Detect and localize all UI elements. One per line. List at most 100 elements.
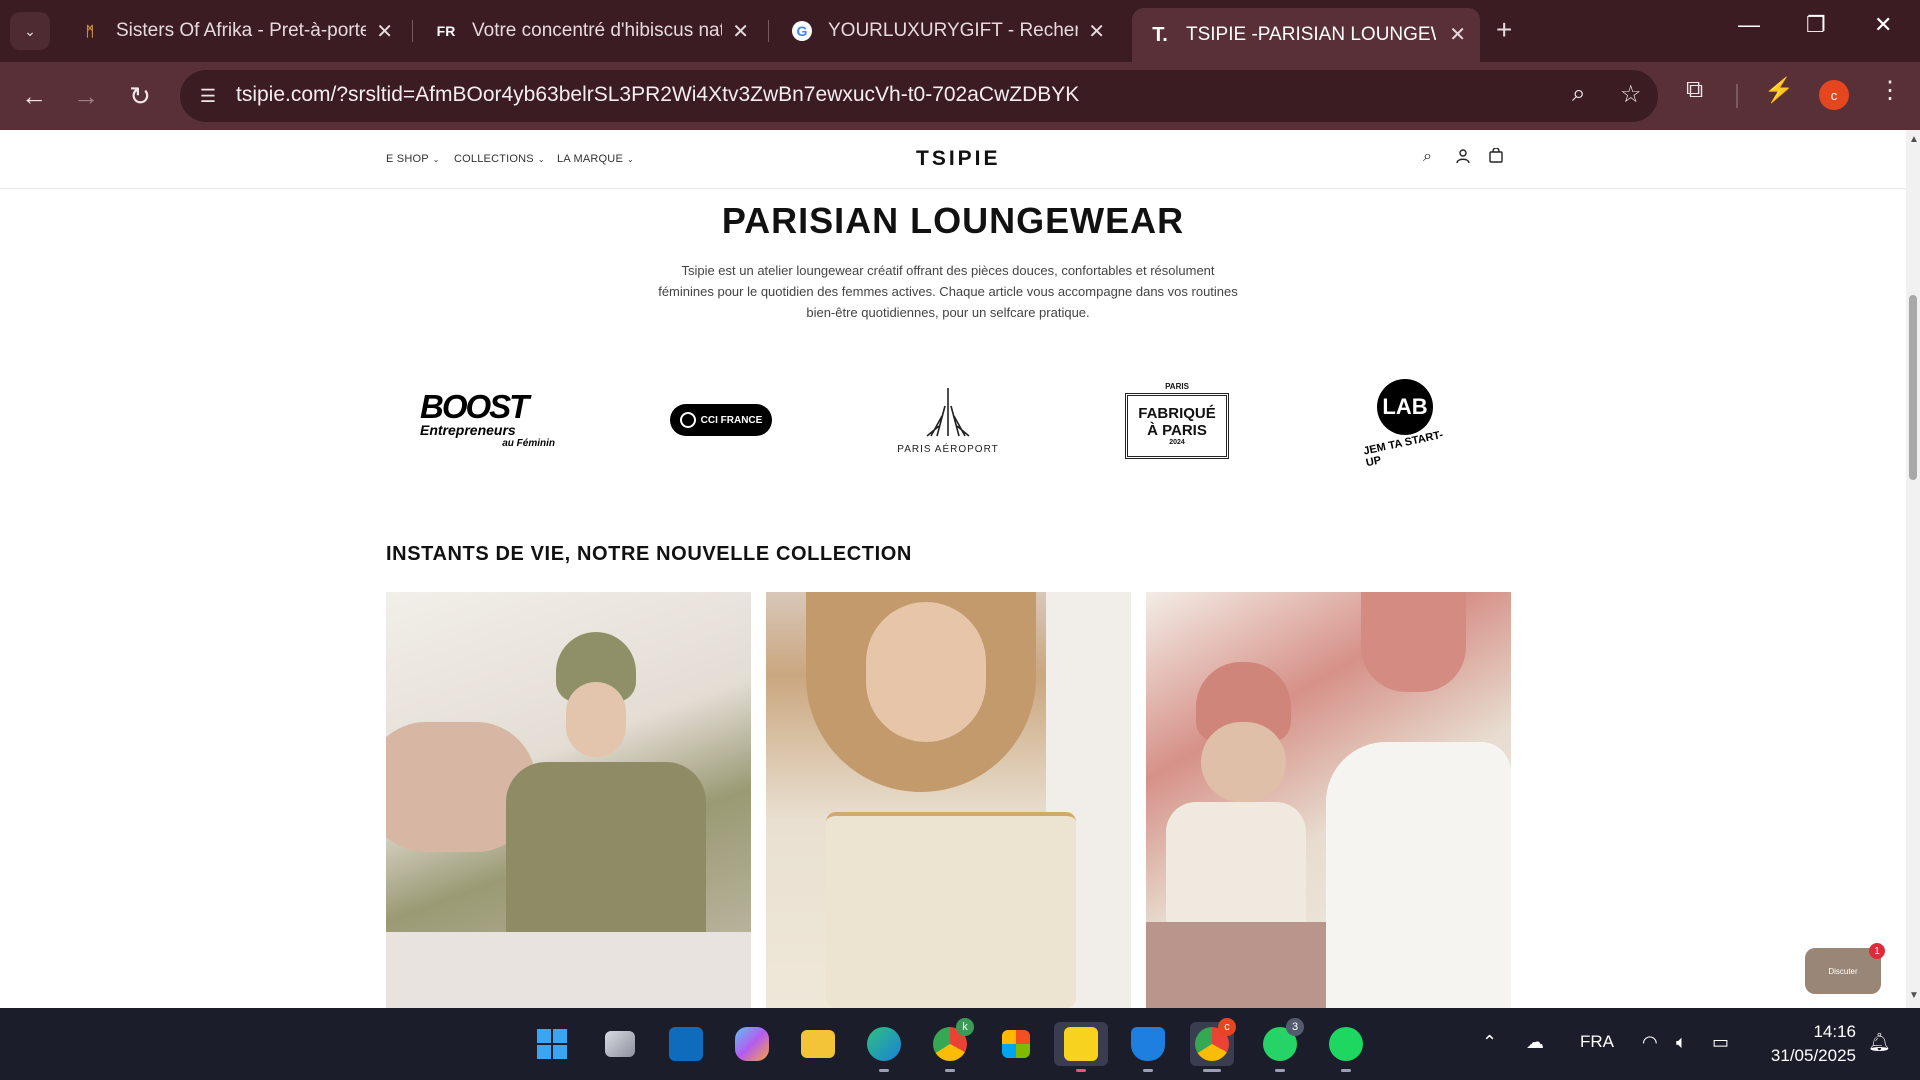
close-tab-icon[interactable]: ✕ xyxy=(376,19,393,44)
task-view-icon xyxy=(605,1031,635,1057)
new-tab-button[interactable]: + xyxy=(1496,14,1512,46)
tab-separator xyxy=(768,20,769,42)
taskbar-clock[interactable]: 14:16 31/05/2025 xyxy=(1756,1020,1856,1068)
browser-toolbar: ← → ↻ ☰ tsipie.com/?srsltid=AfmBOor4yb63… xyxy=(0,62,1920,130)
page-scrollbar[interactable]: ▲ ▼ xyxy=(1906,130,1920,1008)
profile-avatar[interactable]: c xyxy=(1819,80,1849,110)
scroll-up-arrow-icon[interactable]: ▲ xyxy=(1909,134,1919,145)
lab-jem-ta-startup-logo: LAB JEM TA START-UP xyxy=(1362,370,1446,470)
fr-icon: FR xyxy=(436,23,456,39)
outlook-app[interactable] xyxy=(664,1022,708,1066)
collection-section-title: INSTANTS DE VIE, NOTRE NOUVELLE COLLECTI… xyxy=(386,543,912,565)
running-indicator xyxy=(1143,1069,1153,1072)
paris-aeroport-text: PARIS AÉROPORT xyxy=(897,443,999,455)
close-tab-icon[interactable]: ✕ xyxy=(1088,19,1105,44)
reload-icon[interactable]: ↻ xyxy=(120,76,160,116)
task-view-button[interactable] xyxy=(598,1022,642,1066)
wifi-icon[interactable]: ◠ xyxy=(1642,1032,1658,1053)
minimize-icon[interactable]: — xyxy=(1738,12,1760,38)
fabrique-top-text: PARIS xyxy=(1165,381,1189,391)
extensions-icon[interactable]: ⧉ xyxy=(1686,76,1703,104)
scroll-down-arrow-icon[interactable]: ▼ xyxy=(1909,990,1919,1001)
scroll-thumb[interactable] xyxy=(1909,295,1917,480)
running-indicator xyxy=(1341,1069,1351,1072)
tab-yourluxurygift[interactable]: G YOURLUXURYGIFT - Recherche ✕ xyxy=(774,10,1119,52)
copilot-app[interactable] xyxy=(730,1022,774,1066)
clock-date: 31/05/2025 xyxy=(1770,1046,1856,1065)
back-arrow-icon[interactable]: ← xyxy=(14,76,54,116)
svg-text:G: G xyxy=(797,23,808,39)
bookmark-star-icon[interactable]: ☆ xyxy=(1620,80,1642,109)
chevron-down-icon: ⌄ xyxy=(627,155,634,164)
collection-photo-1[interactable] xyxy=(386,592,751,1008)
close-window-icon[interactable]: ✕ xyxy=(1874,12,1892,38)
start-button[interactable] xyxy=(530,1022,574,1066)
menu-eshop[interactable]: E SHOP ⌄ xyxy=(386,153,440,165)
performance-icon[interactable]: ⚡ xyxy=(1764,76,1794,105)
edge-app[interactable] xyxy=(862,1022,906,1072)
sticky-notes-app[interactable] xyxy=(1054,1022,1108,1072)
chat-label: Discuter xyxy=(1828,966,1858,976)
collection-photo-3[interactable] xyxy=(1146,592,1511,1008)
volume-icon[interactable]: 🔈︎ xyxy=(1676,1032,1687,1053)
cci-logo-text: CCI FRANCE xyxy=(700,414,763,426)
face-shape xyxy=(866,602,986,742)
sisters-of-afrika-icon: ᛗ xyxy=(85,23,95,39)
account-icon[interactable] xyxy=(1455,148,1471,169)
language-indicator[interactable]: FRA xyxy=(1580,1032,1614,1052)
fabrique-year: 2024 xyxy=(1169,439,1185,446)
page-viewport: E SHOP ⌄ COLLECTIONS ⌄ LA MARQUE ⌄ TSIPIE ⌕… xyxy=(0,130,1906,1008)
close-tab-icon[interactable]: ✕ xyxy=(1449,22,1466,47)
collection-photo-2[interactable] xyxy=(766,592,1131,1008)
sticky-notes-icon xyxy=(1064,1027,1098,1061)
hero-title: PARISIAN LOUNGEWEAR xyxy=(721,200,1185,241)
running-indicator xyxy=(1203,1069,1221,1072)
outlook-icon xyxy=(669,1027,703,1061)
eiffel-tower-icon xyxy=(926,387,970,437)
microsoft-store-app[interactable] xyxy=(994,1022,1038,1066)
hero-description: Tsipie est un atelier loungewear créatif… xyxy=(658,263,1238,320)
menu-la-marque[interactable]: LA MARQUE ⌄ xyxy=(557,153,634,165)
cart-icon[interactable] xyxy=(1488,147,1504,169)
tab-hibiscus[interactable]: FR Votre concentré d'hibiscus natu ✕ xyxy=(418,10,763,52)
notifications-icon[interactable]: 🔔︎ xyxy=(1868,1032,1891,1053)
defender-app[interactable] xyxy=(1126,1022,1170,1072)
spotify-app[interactable] xyxy=(1324,1022,1368,1072)
menu-collections[interactable]: COLLECTIONS ⌄ xyxy=(454,153,545,165)
tab-search-button[interactable]: ⌄ xyxy=(10,12,50,50)
tsipie-icon: T. xyxy=(1152,23,1168,46)
browser-tab-bar: ⌄ ᛗ Sisters Of Afrika - Pret-à-porter ✕ … xyxy=(0,0,1920,62)
running-indicator xyxy=(879,1069,889,1072)
menu-kebab-icon[interactable]: ⋮ xyxy=(1878,76,1902,105)
close-tab-icon[interactable]: ✕ xyxy=(732,19,749,44)
fabrique-frame: FABRIQUÉ À PARIS 2024 xyxy=(1125,392,1229,459)
file-explorer-app[interactable] xyxy=(796,1022,840,1066)
menu-label: COLLECTIONS xyxy=(454,153,534,165)
whatsapp-app[interactable]: 3 xyxy=(1258,1018,1304,1072)
show-hidden-icons-chevron-icon[interactable]: ⌃ xyxy=(1482,1032,1497,1053)
forward-arrow-icon[interactable]: → xyxy=(66,76,106,116)
battery-icon[interactable]: ▭ xyxy=(1712,1032,1729,1053)
onedrive-icon[interactable]: ☁ xyxy=(1526,1032,1544,1053)
url-text[interactable]: tsipie.com/?srsltid=AfmBOor4yb63belrSL3P… xyxy=(236,83,1079,107)
address-bar[interactable]: ☰ tsipie.com/?srsltid=AfmBOor4yb63belrSL… xyxy=(180,70,1658,122)
tab-tsipie[interactable]: T. TSIPIE -PARISIAN LOUNGEWEAR ✕ xyxy=(1132,8,1480,62)
chat-badge: 1 xyxy=(1869,943,1885,959)
chrome-app-2[interactable]: c xyxy=(1190,1018,1236,1072)
menu-label: E SHOP xyxy=(386,153,429,165)
google-icon: G xyxy=(790,19,814,43)
fabrique-a-paris-logo: PARIS FABRIQUÉ À PARIS 2024 xyxy=(1125,370,1229,470)
site-info-icon[interactable]: ☰ xyxy=(194,82,222,110)
chrome-app-1[interactable]: k xyxy=(928,1018,974,1072)
zoom-icon[interactable]: ⌕ xyxy=(1572,80,1585,108)
windows-logo-icon xyxy=(537,1029,567,1059)
tab-sisters-of-afrika[interactable]: ᛗ Sisters Of Afrika - Pret-à-porter ✕ xyxy=(62,10,407,52)
lab-circle: LAB xyxy=(1377,379,1433,435)
running-indicator xyxy=(1076,1069,1086,1072)
chevron-down-icon: ⌄ xyxy=(537,155,545,164)
chevron-down-icon: ⌄ xyxy=(432,155,440,164)
towel-wrap-shape xyxy=(826,812,1076,1008)
brand-logo[interactable]: TSIPIE xyxy=(916,147,1001,171)
search-icon[interactable]: ⌕ xyxy=(1423,148,1432,166)
restore-icon[interactable]: ❐ xyxy=(1806,12,1826,38)
